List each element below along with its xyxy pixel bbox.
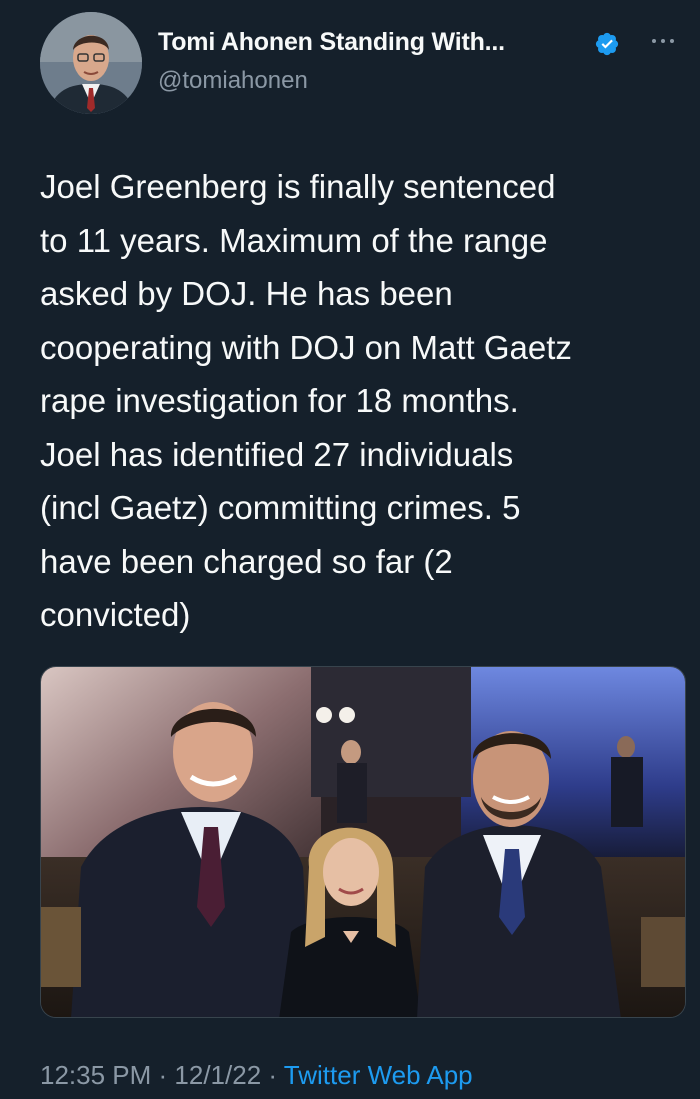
tweet-text-line: to 11 years. Maximum of the range [40, 221, 548, 259]
tweet-text-line: cooperating with DOJ on Matt Gaetz [40, 328, 572, 366]
tweet-time[interactable]: 12:35 PM [40, 1060, 151, 1090]
tweet-text-line: rape investigation for 18 months. [40, 382, 519, 419]
tweet-text-line: Joel has identified 27 individuals [40, 435, 514, 473]
meta-separator: · [151, 1060, 175, 1090]
avatar-image [40, 12, 142, 114]
tweet-meta: 12:35 PM · 12/1/22 · Twitter Web App [40, 1060, 473, 1091]
author-display-name[interactable]: Tomi Ahonen Standing With... [158, 28, 505, 57]
tweet-text-line: asked by DOJ. He has been [40, 275, 453, 312]
more-dots-icon[interactable] [652, 36, 680, 46]
tweet: Tomi Ahonen Standing With... @tomiahonen… [0, 0, 700, 1099]
tweet-text-line: (incl Gaetz) committing crimes. 5 [40, 489, 521, 526]
tweet-source[interactable]: Twitter Web App [284, 1060, 473, 1090]
tweet-text-line: Joel Greenberg is finally sentenced [40, 168, 556, 205]
verified-badge-icon [595, 32, 619, 56]
tweet-date[interactable]: 12/1/22 [174, 1060, 261, 1090]
tweet-text-line: convicted) [40, 596, 191, 633]
tweet-text: Joel Greenberg is finally sentenced to 1… [40, 160, 690, 642]
meta-separator: · [261, 1060, 284, 1090]
author-handle[interactable]: @tomiahonen [158, 67, 308, 95]
tweet-photo[interactable] [40, 666, 686, 1018]
tweet-text-line: have been charged so far (2 [40, 542, 453, 580]
photo-image [41, 667, 685, 1017]
author-avatar[interactable] [40, 12, 142, 114]
